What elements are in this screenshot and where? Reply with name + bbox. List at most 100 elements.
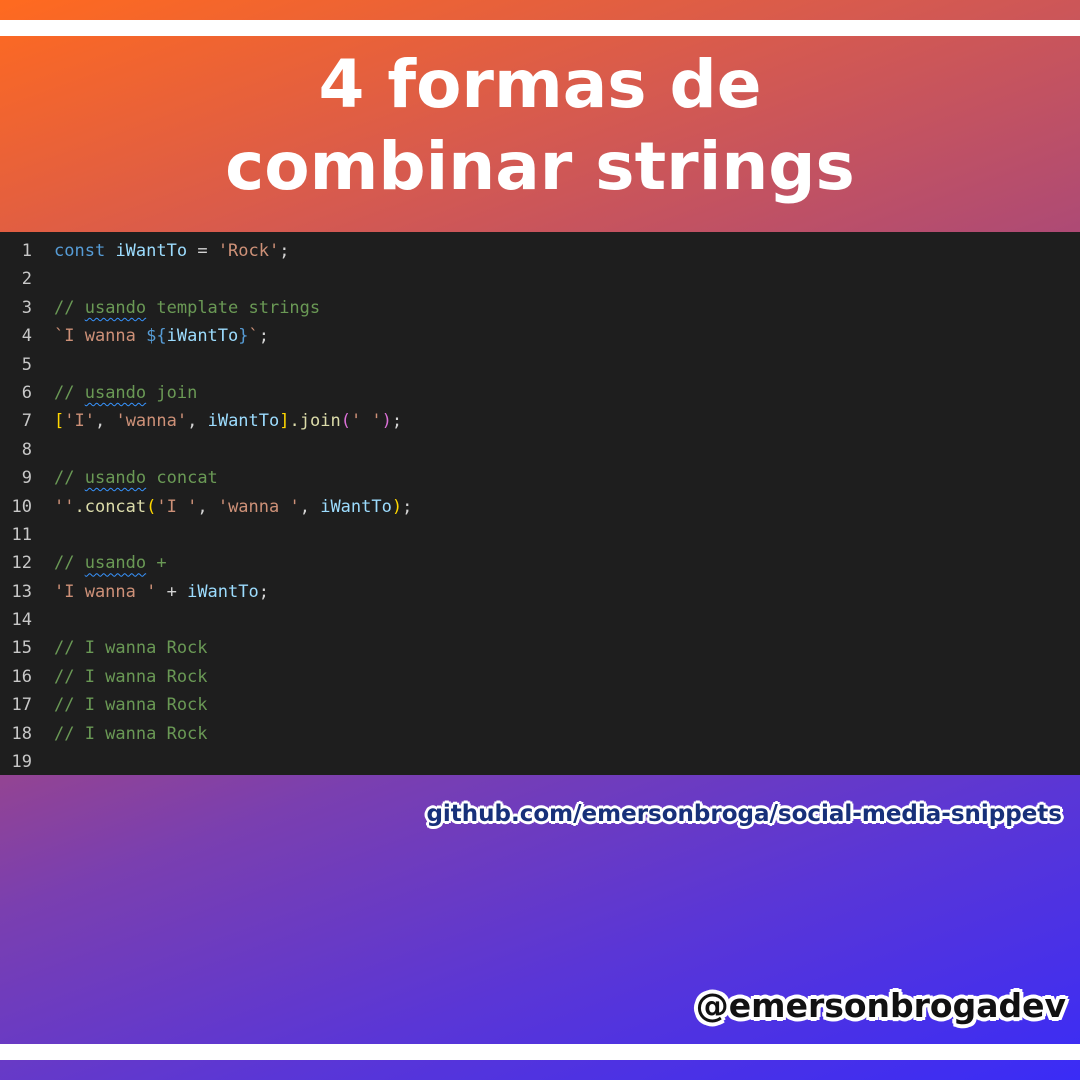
code-line: 19 (0, 748, 1080, 776)
line-number: 7 (21, 411, 32, 432)
result-comment: // I wanna Rock (54, 666, 208, 687)
variable-iwantto: iWantTo (207, 411, 280, 432)
paren-close: ) (381, 411, 392, 432)
code-line: 8 (0, 436, 1080, 464)
line-number: 19 (11, 752, 32, 773)
code-line: 12 // usando + (0, 549, 1080, 577)
code-content: const iWantTo = 'Rock'; (32, 237, 289, 265)
comment-slashes: // (54, 553, 85, 574)
paren-close: ) (391, 496, 403, 517)
comma: , (197, 496, 218, 517)
code-line: 17 // I wanna Rock (0, 691, 1080, 719)
method-join: .join (289, 411, 341, 432)
code-line: 15 // I wanna Rock (0, 634, 1080, 662)
code-line: 11 (0, 521, 1080, 549)
line-number: 18 (11, 723, 32, 744)
variable-iwantto: iWantTo (115, 241, 188, 261)
code-content (32, 606, 54, 634)
variable-iwantto: iWantTo (187, 581, 259, 602)
line-number: 10 (11, 496, 32, 517)
template-string-start: `I wanna (54, 326, 147, 347)
line-number: 11 (11, 524, 32, 545)
string-wanna-space: 'wanna ' (217, 496, 300, 517)
comma: , (94, 411, 116, 432)
operator-plus: + (156, 581, 188, 602)
line-number: 9 (21, 468, 32, 489)
comma: , (187, 411, 208, 432)
code-content (32, 521, 54, 549)
code-line: 7 ['I', 'wanna', iWantTo].join(' '); (0, 407, 1080, 435)
code-line: 10 ''.concat('I ', 'wanna ', iWantTo); (0, 493, 1080, 521)
bracket-close: ] (279, 411, 290, 432)
interpolation-close: } (238, 326, 249, 347)
line-number: 2 (21, 269, 32, 290)
spellcheck-word: usando (84, 468, 147, 489)
code-line: 4 `I wanna ${iWantTo}`; (0, 322, 1080, 350)
comment-text: + (146, 553, 167, 574)
line-number: 8 (21, 439, 32, 460)
line-number: 6 (21, 382, 32, 403)
bottom-white-stripe (0, 1044, 1080, 1060)
code-content: `I wanna ${iWantTo}`; (32, 322, 269, 350)
line-number: 5 (21, 354, 32, 375)
code-comment: // usando join (32, 379, 197, 407)
comment-slashes: // (54, 297, 85, 318)
result-comment: // I wanna Rock (54, 723, 208, 744)
code-line: 14 (0, 606, 1080, 634)
string-wanna: 'wanna' (115, 411, 188, 432)
code-line: 5 (0, 351, 1080, 379)
line-number: 4 (21, 326, 32, 347)
template-string-end: ` (248, 326, 259, 347)
semicolon: ; (258, 581, 269, 602)
line-number: 17 (11, 695, 32, 716)
result-comment: // I wanna Rock (54, 695, 208, 716)
semicolon: ; (279, 241, 290, 261)
interpolation-open: ${ (146, 326, 167, 347)
semicolon: ; (402, 496, 413, 517)
code-content (32, 748, 54, 776)
code-editor: 1 const iWantTo = 'Rock'; 2 3 // usando … (0, 232, 1080, 775)
string-i-space: 'I ' (156, 496, 198, 517)
comment-text: concat (146, 468, 218, 489)
semicolon: ; (391, 411, 403, 432)
line-number: 14 (11, 610, 32, 631)
method-concat: .concat (74, 496, 147, 517)
line-number: 12 (11, 553, 32, 574)
result-comment: // I wanna Rock (54, 638, 208, 659)
code-comment: // usando template strings (32, 294, 320, 322)
code-line: 2 (0, 265, 1080, 293)
repo-link[interactable]: github.com/emersonbroga/social-media-sni… (426, 796, 1062, 832)
variable-iwantto: iWantTo (320, 496, 392, 517)
string-i: 'I' (64, 411, 95, 432)
operator-equals: = (187, 241, 218, 261)
code-content: ['I', 'wanna', iWantTo].join(' '); (32, 407, 402, 435)
line-number: 13 (11, 581, 32, 602)
keyword-const: const (54, 241, 106, 261)
comment-slashes: // (54, 382, 85, 403)
code-line: 18 // I wanna Rock (0, 720, 1080, 748)
string-i-wanna: 'I wanna ' (54, 581, 157, 602)
code-content (32, 265, 54, 293)
code-content: 'I wanna ' + iWantTo; (32, 578, 269, 606)
code-line: 16 // I wanna Rock (0, 663, 1080, 691)
code-line: 6 // usando join (0, 379, 1080, 407)
paren-open: ( (146, 496, 157, 517)
code-content (32, 351, 54, 379)
line-number: 15 (11, 638, 32, 659)
paren-open: ( (340, 411, 351, 432)
comment-slashes: // (54, 468, 85, 489)
code-comment: // usando + (32, 549, 167, 577)
code-line: 3 // usando template strings (0, 294, 1080, 322)
line-number: 16 (11, 666, 32, 687)
code-content (32, 436, 54, 464)
bracket-open: [ (54, 411, 65, 432)
code-comment: // usando concat (32, 464, 218, 492)
code-content: ''.concat('I ', 'wanna ', iWantTo); (32, 493, 412, 521)
line-number: 3 (21, 297, 32, 318)
spellcheck-word: usando (84, 382, 147, 403)
code-line: 1 const iWantTo = 'Rock'; (0, 237, 1080, 265)
code-line: 9 // usando concat (0, 464, 1080, 492)
string-rock: 'Rock' (217, 241, 280, 261)
line-number: 1 (21, 241, 32, 261)
string-empty: '' (54, 496, 75, 517)
